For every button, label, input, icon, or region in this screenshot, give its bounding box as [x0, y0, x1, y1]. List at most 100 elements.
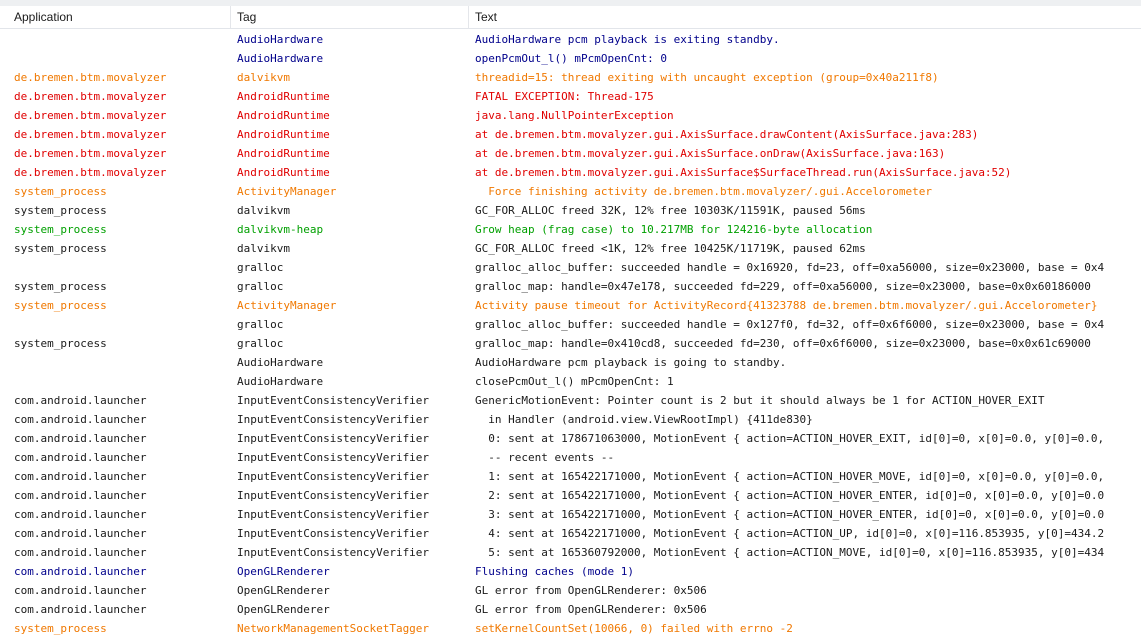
column-header-application[interactable]: Application: [8, 6, 230, 28]
log-tag-cell: OpenGLRenderer: [237, 603, 330, 616]
log-row[interactable]: com.android.launcher OpenGLRenderer Flushi…: [0, 562, 1141, 581]
log-row[interactable]: com.android.launcher OpenGLRenderer GL err…: [0, 600, 1141, 619]
log-row[interactable]: system_process dalvikvm GC_FOR_ALLOC freed…: [0, 201, 1141, 220]
log-row[interactable]: system_process NetworkManagementSocketTag…: [0, 619, 1141, 638]
log-text-cell: threadid=15: thread exiting with uncaugh…: [475, 71, 939, 84]
log-row[interactable]: system_process ActivityManager Activity pa…: [0, 296, 1141, 315]
log-tag-cell: InputEventConsistencyVerifier: [237, 508, 430, 521]
log-tag-cell: AndroidRuntime: [237, 109, 330, 122]
log-row[interactable]: AudioHardware AudioHardware pcm playback …: [0, 30, 1141, 49]
log-text-cell: closePcmOut_l() mPcmOpenCnt: 1: [475, 375, 674, 388]
log-application-cell: system_process: [14, 299, 107, 312]
logcat-view: Application Tag Text AudioHardware AudioH…: [0, 0, 1141, 640]
log-row[interactable]: com.android.launcher InputEventConsistenc…: [0, 429, 1141, 448]
log-tag-cell: InputEventConsistencyVerifier: [237, 527, 430, 540]
log-application-cell: com.android.launcher: [14, 546, 147, 559]
log-row[interactable]: system_process dalvikvm GC_FOR_ALLOC freed…: [0, 239, 1141, 258]
log-row[interactable]: com.android.launcher InputEventConsistenc…: [0, 486, 1141, 505]
log-tag-cell: NetworkManagementSocketTagger: [237, 622, 430, 635]
log-row[interactable]: com.android.launcher InputEventConsistenc…: [0, 505, 1141, 524]
log-application-cell: de.bremen.btm.movalyzer: [14, 90, 167, 103]
log-row[interactable]: de.bremen.btm.movalyzer dalvikvm threadid=…: [0, 68, 1141, 87]
log-application-cell: system_process: [14, 223, 107, 236]
log-application-cell: de.bremen.btm.movalyzer: [14, 166, 167, 179]
column-header: Application Tag Text: [0, 6, 1141, 29]
log-tag-cell: dalvikvm: [237, 204, 290, 217]
log-tag-cell: dalvikvm-heap: [237, 223, 324, 236]
log-text-cell: gralloc_alloc_buffer: succeeded handle =…: [475, 261, 1105, 274]
log-application-cell: com.android.launcher: [14, 413, 147, 426]
log-tag-cell: AndroidRuntime: [237, 90, 330, 103]
log-text-cell: GL error from OpenGLRenderer: 0x506: [475, 584, 707, 597]
log-row[interactable]: com.android.launcher InputEventConsistenc…: [0, 391, 1141, 410]
log-application-cell: system_process: [14, 337, 107, 350]
log-row[interactable]: system_process dalvikvm-heap Grow heap (fr…: [0, 220, 1141, 239]
log-text-cell: 2: sent at 165422171000, MotionEvent { a…: [475, 489, 1105, 502]
log-text-cell: Activity pause timeout for ActivityRecor…: [475, 299, 1098, 312]
log-application-cell: com.android.launcher: [14, 584, 147, 597]
log-text-cell: Grow heap (frag case) to 10.217MB for 12…: [475, 223, 873, 236]
log-row[interactable]: de.bremen.btm.movalyzer AndroidRuntime at …: [0, 144, 1141, 163]
log-text-cell: 3: sent at 165422171000, MotionEvent { a…: [475, 508, 1105, 521]
log-row[interactable]: AudioHardware AudioHardware pcm playback …: [0, 353, 1141, 372]
log-row[interactable]: system_process ActivityManager Force fini…: [0, 182, 1141, 201]
log-text-cell: java.lang.NullPointerException: [475, 109, 674, 122]
log-tag-cell: InputEventConsistencyVerifier: [237, 451, 430, 464]
log-row[interactable]: com.android.launcher InputEventConsistenc…: [0, 448, 1141, 467]
log-application-cell: de.bremen.btm.movalyzer: [14, 147, 167, 160]
log-row[interactable]: com.android.launcher InputEventConsistenc…: [0, 410, 1141, 429]
column-header-text[interactable]: Text: [469, 6, 1141, 28]
log-text-cell: 5: sent at 165360792000, MotionEvent { a…: [475, 546, 1105, 559]
log-tag-cell: AndroidRuntime: [237, 147, 330, 160]
log-text-cell: in Handler (android.view.ViewRootImpl) {…: [475, 413, 813, 426]
log-row[interactable]: de.bremen.btm.movalyzer AndroidRuntime jav…: [0, 106, 1141, 125]
log-text-cell: 4: sent at 165422171000, MotionEvent { a…: [475, 527, 1105, 540]
log-application-cell: com.android.launcher: [14, 394, 147, 407]
log-text-cell: AudioHardware pcm playback is exiting st…: [475, 33, 780, 46]
log-tag-cell: gralloc: [237, 280, 284, 293]
log-row[interactable]: de.bremen.btm.movalyzer AndroidRuntime at …: [0, 125, 1141, 144]
log-application-cell: system_process: [14, 242, 107, 255]
log-application-cell: com.android.launcher: [14, 470, 147, 483]
log-row[interactable]: system_process gralloc gralloc_map: handle…: [0, 277, 1141, 296]
log-application-cell: de.bremen.btm.movalyzer: [14, 128, 167, 141]
log-row[interactable]: AudioHardware closePcmOut_l() mPcmOpenCnt…: [0, 372, 1141, 391]
log-text-cell: FATAL EXCEPTION: Thread-175: [475, 90, 654, 103]
log-row[interactable]: com.android.launcher OpenGLRenderer GL err…: [0, 581, 1141, 600]
log-application-cell: [8, 315, 230, 334]
log-row[interactable]: gralloc gralloc_alloc_buffer: succeeded h…: [0, 315, 1141, 334]
log-row[interactable]: com.android.launcher InputEventConsistenc…: [0, 467, 1141, 486]
log-application-cell: system_process: [14, 185, 107, 198]
log-tag-cell: gralloc: [237, 318, 284, 331]
log-tag-cell: AudioHardware: [237, 375, 324, 388]
log-application-cell: com.android.launcher: [14, 603, 147, 616]
log-row[interactable]: de.bremen.btm.movalyzer AndroidRuntime FAT…: [0, 87, 1141, 106]
log-text-cell: setKernelCountSet(10066, 0) failed with …: [475, 622, 793, 635]
log-application-cell: [8, 30, 230, 49]
log-tag-cell: dalvikvm: [237, 71, 290, 84]
log-text-cell: GC_FOR_ALLOC freed <1K, 12% free 10425K/…: [475, 242, 866, 255]
log-row[interactable]: gralloc gralloc_alloc_buffer: succeeded h…: [0, 258, 1141, 277]
log-text-cell: GL error from OpenGLRenderer: 0x506: [475, 603, 707, 616]
column-header-tag[interactable]: Tag: [231, 6, 468, 28]
log-application-cell: [8, 372, 230, 391]
log-text-cell: 0: sent at 178671063000, MotionEvent { a…: [475, 432, 1105, 445]
log-row[interactable]: com.android.launcher InputEventConsistenc…: [0, 524, 1141, 543]
log-row[interactable]: AudioHardware openPcmOut_l() mPcmOpenCnt:…: [0, 49, 1141, 68]
log-tag-cell: OpenGLRenderer: [237, 584, 330, 597]
log-tag-cell: InputEventConsistencyVerifier: [237, 489, 430, 502]
log-tag-cell: ActivityManager: [237, 185, 337, 198]
log-tag-cell: InputEventConsistencyVerifier: [237, 546, 430, 559]
log-application-cell: com.android.launcher: [14, 489, 147, 502]
log-tag-cell: InputEventConsistencyVerifier: [237, 394, 430, 407]
log-text-cell: openPcmOut_l() mPcmOpenCnt: 0: [475, 52, 668, 65]
log-row[interactable]: de.bremen.btm.movalyzer AndroidRuntime at …: [0, 163, 1141, 182]
log-tag-cell: dalvikvm: [237, 242, 290, 255]
log-row[interactable]: com.android.launcher InputEventConsistenc…: [0, 543, 1141, 562]
log-tag-cell: InputEventConsistencyVerifier: [237, 432, 430, 445]
log-text-cell: gralloc_map: handle=0x410cd8, succeeded …: [475, 337, 1091, 350]
log-application-cell: com.android.launcher: [14, 432, 147, 445]
log-text-cell: Force finishing activity de.bremen.btm.m…: [475, 185, 932, 198]
log-row[interactable]: system_process gralloc gralloc_map: handle…: [0, 334, 1141, 353]
log-application-cell: de.bremen.btm.movalyzer: [14, 71, 167, 84]
